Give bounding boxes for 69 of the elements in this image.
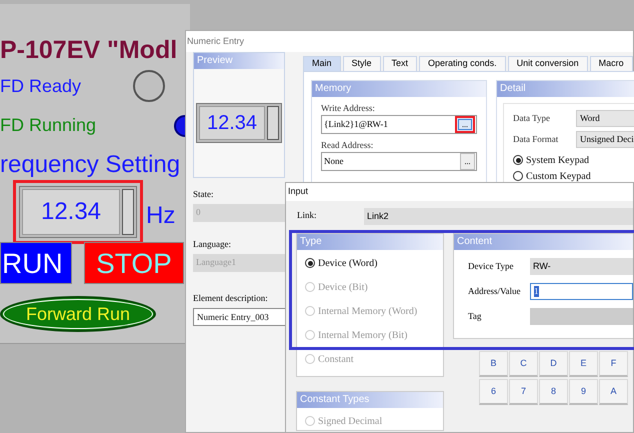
spin-handle-icon <box>267 106 279 140</box>
group-header: Memory <box>312 81 486 97</box>
group-header: Detail <box>497 81 634 97</box>
group-header: Content <box>454 234 633 250</box>
field-label: Language: <box>193 238 232 251</box>
field-value: None <box>324 154 344 168</box>
link-field[interactable]: Link2 <box>364 208 633 224</box>
field-label: Write Address: <box>321 102 376 114</box>
numeric-display: 12.34 <box>199 106 265 140</box>
address-field[interactable]: {Link2}1@RW-1 ... <box>321 115 477 134</box>
field-label: Device Type <box>468 260 514 273</box>
dropdown[interactable]: Unsigned Deci <box>576 131 634 148</box>
radio-label: Internal Memory (Bit) <box>318 328 408 342</box>
tab[interactable]: Main <box>303 56 341 71</box>
unit-label: Hz <box>146 201 176 231</box>
dropdown[interactable]: Word <box>576 110 634 127</box>
radio-button[interactable] <box>513 155 523 165</box>
field-label: Data Format <box>513 132 560 146</box>
field-label: Link: <box>296 209 318 222</box>
tab[interactable]: Unit conversion <box>508 56 588 71</box>
radio-label: System Keypad <box>526 154 590 168</box>
keypad-key[interactable]: 6 <box>479 379 508 405</box>
screen-title: P-107EV "Modl <box>0 35 178 66</box>
field-value: {Link2}1@RW-1 <box>324 118 388 131</box>
keypad-key[interactable]: 8 <box>539 379 568 405</box>
address-field[interactable]: None ... <box>321 152 477 171</box>
radio-button[interactable] <box>513 171 523 181</box>
tab[interactable]: Operating conds. <box>419 56 506 71</box>
selected-text: 1 <box>534 286 538 297</box>
tab[interactable]: Style <box>342 56 381 71</box>
radio-label: Device (Bit) <box>318 280 368 294</box>
address-input[interactable]: 1 <box>530 283 633 300</box>
radio-label: Signed Decimal <box>318 414 382 428</box>
field-label: Read Address: <box>321 139 374 151</box>
field-label: Tag <box>468 310 482 323</box>
status-label: FD Running <box>0 114 98 137</box>
group-header: Constant Types <box>297 392 443 408</box>
dropdown[interactable]: RW- <box>530 258 633 275</box>
browse-button[interactable]: ... <box>455 116 475 133</box>
keypad-key[interactable]: E <box>569 351 598 377</box>
group-header: Type <box>297 234 443 250</box>
browse-button[interactable]: ... <box>460 153 475 170</box>
field-label: Element description: <box>193 292 269 305</box>
spin-handle-icon <box>122 189 134 235</box>
hmi-button[interactable]: RUN <box>0 242 72 284</box>
tab[interactable]: Macro <box>590 56 633 71</box>
numeric-entry-widget[interactable]: 12.34 <box>13 180 143 244</box>
radio-label: Internal Memory (Word) <box>318 304 418 318</box>
tag-field[interactable] <box>530 308 633 325</box>
field-label: Data Type <box>513 112 551 125</box>
group-header: Preview <box>194 53 284 69</box>
keypad-key[interactable]: D <box>539 351 568 377</box>
keypad-key[interactable]: F <box>599 351 628 377</box>
keypad-key[interactable]: 9 <box>569 379 598 405</box>
keypad-key[interactable]: C <box>509 351 538 377</box>
radio-button[interactable] <box>305 258 315 268</box>
keypad-key[interactable]: 7 <box>509 379 538 405</box>
status-label: FD Ready <box>0 74 82 98</box>
frequency-label: requency Setting <box>0 150 180 180</box>
keypad-key[interactable]: A <box>599 379 628 405</box>
radio-label: Constant <box>318 352 354 366</box>
keypad-key[interactable]: B <box>479 351 508 377</box>
radio-label: Device (Word) <box>318 256 378 270</box>
field-label: Address/Value <box>468 284 522 298</box>
window-title: Numeric Entry <box>187 34 244 48</box>
window-title: Input <box>288 185 308 198</box>
tab[interactable]: Text <box>382 56 418 71</box>
radio-label: Custom Keypad <box>526 170 591 184</box>
numeric-display: 12.34 <box>22 189 120 235</box>
